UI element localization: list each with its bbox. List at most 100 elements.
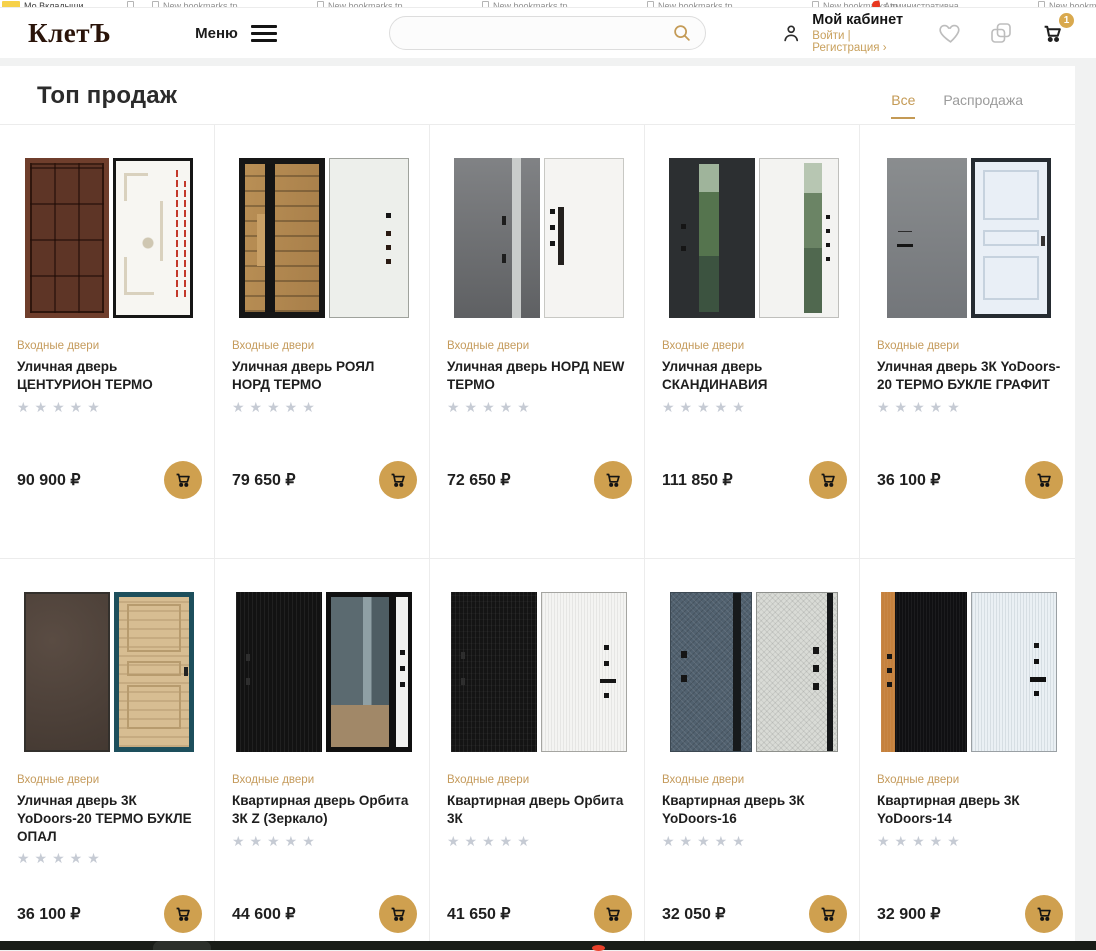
- door-image-left: [669, 158, 755, 318]
- product-image[interactable]: [447, 579, 630, 765]
- bookmark-item[interactable]: Административна: [872, 1, 959, 8]
- product-rating: ★★★★★: [447, 399, 630, 416]
- bookmark-item[interactable]: New bookmarks.tp: [482, 1, 568, 8]
- search-icon: [671, 22, 693, 44]
- product-price: 111 850 ₽: [662, 470, 733, 490]
- footer-strip: [0, 941, 1096, 950]
- add-to-cart-button[interactable]: [379, 461, 417, 499]
- product-rating: ★★★★★: [662, 833, 845, 850]
- chevron-right-icon: ›: [883, 42, 887, 54]
- cart-icon: [1033, 903, 1055, 925]
- product-price: 41 650 ₽: [447, 904, 511, 924]
- heart-icon: [938, 21, 963, 46]
- user-icon: [780, 20, 802, 46]
- product-card: Входные двери Уличная дверь ЦЕНТУРИОН ТЕ…: [0, 125, 215, 559]
- add-to-cart-button[interactable]: [1025, 461, 1063, 499]
- door-image-right: [756, 592, 838, 752]
- checkbox-favicon-icon: [1038, 1, 1045, 8]
- product-title[interactable]: Уличная дверь СКАНДИНАВИЯ: [662, 358, 845, 394]
- bookmark-item[interactable]: New bookmarks.tp: [647, 1, 733, 8]
- notification-dot: [592, 945, 605, 951]
- product-image[interactable]: [447, 145, 630, 331]
- bookmark-item[interactable]: New bookmarks.tp: [317, 1, 403, 8]
- menu-button[interactable]: Меню: [195, 25, 277, 42]
- door-image-left: [670, 592, 752, 752]
- section-tabs: Все Распродажа: [891, 92, 1023, 119]
- door-image-left: [887, 158, 967, 318]
- add-to-cart-button[interactable]: [809, 461, 847, 499]
- product-title[interactable]: Квартирная дверь 3К YoDoors-14: [877, 792, 1061, 828]
- product-image[interactable]: [877, 145, 1061, 331]
- bookmark-item[interactable]: New bookma: [1038, 1, 1096, 8]
- product-rating: ★★★★★: [232, 399, 415, 416]
- section-title: Топ продаж: [37, 82, 177, 109]
- cart-icon: [172, 469, 194, 491]
- add-to-cart-button[interactable]: [379, 895, 417, 933]
- product-category: Входные двери: [17, 340, 200, 352]
- product-image[interactable]: [17, 579, 200, 765]
- product-image[interactable]: [662, 579, 845, 765]
- cart-icon: [602, 469, 624, 491]
- door-image-right: [971, 592, 1057, 752]
- add-to-cart-button[interactable]: [594, 895, 632, 933]
- add-to-cart-button[interactable]: [594, 461, 632, 499]
- door-image-right: [114, 592, 194, 752]
- product-title[interactable]: Уличная дверь РОЯЛ НОРД ТЕРМО: [232, 358, 415, 394]
- tab-all[interactable]: Все: [891, 92, 915, 119]
- search-bar: [389, 16, 706, 50]
- product-title[interactable]: Уличная дверь ЦЕНТУРИОН ТЕРМО: [17, 358, 200, 394]
- product-rating: ★★★★★: [447, 833, 630, 850]
- product-rating: ★★★★★: [877, 399, 1061, 416]
- product-image[interactable]: [232, 579, 415, 765]
- login-register-link[interactable]: Войти | Регистрация: [812, 30, 879, 54]
- account-title: Мой кабинет: [812, 12, 912, 28]
- bookmark-item[interactable]: Мо Вкладыши: [2, 1, 83, 8]
- tab-sale[interactable]: Распродажа: [943, 92, 1023, 119]
- checkbox-favicon-icon: [317, 1, 324, 8]
- product-card: Входные двери Уличная дверь РОЯЛ НОРД ТЕ…: [215, 125, 430, 559]
- account-block[interactable]: Мой кабинет Войти | Регистрация ›: [780, 12, 912, 54]
- cart-icon: [172, 903, 194, 925]
- add-to-cart-button[interactable]: [164, 895, 202, 933]
- bookmark-item[interactable]: New bookmarks.tp: [152, 1, 238, 8]
- door-image-right: [329, 158, 409, 318]
- compare-button[interactable]: [989, 21, 1013, 45]
- cart-icon: [817, 469, 839, 491]
- product-image[interactable]: [17, 145, 200, 331]
- product-card: Входные двери Уличная дверь СКАНДИНАВИЯ …: [645, 125, 860, 559]
- door-image-left: [451, 592, 537, 752]
- search-button[interactable]: [671, 22, 693, 44]
- product-card: Входные двери Квартирная дверь 3К YoDoor…: [645, 559, 860, 950]
- product-price: 72 650 ₽: [447, 470, 511, 490]
- product-price: 36 100 ₽: [17, 904, 81, 924]
- product-title[interactable]: Уличная дверь 3К YoDoors-20 ТЕРМО БУКЛЕ …: [17, 792, 200, 845]
- product-rating: ★★★★★: [17, 850, 200, 867]
- product-title[interactable]: Уличная дверь 3К YoDoors-20 ТЕРМО БУКЛЕ …: [877, 358, 1061, 394]
- site-logo[interactable]: КлетЪ: [28, 18, 111, 49]
- product-price: 36 100 ₽: [877, 470, 941, 490]
- product-title[interactable]: Уличная дверь НОРД NEW ТЕРМО: [447, 358, 630, 394]
- product-category: Входные двери: [662, 340, 845, 352]
- product-category: Входные двери: [877, 774, 1061, 786]
- search-input[interactable]: [406, 25, 671, 42]
- add-to-cart-button[interactable]: [164, 461, 202, 499]
- add-to-cart-button[interactable]: [1025, 895, 1063, 933]
- bookmark-item[interactable]: [127, 1, 138, 8]
- product-title[interactable]: Квартирная дверь Орбита 3К Z (Зеркало): [232, 792, 415, 828]
- product-title[interactable]: Квартирная дверь 3К YoDoors-16: [662, 792, 845, 828]
- favorites-button[interactable]: [938, 21, 963, 46]
- product-image[interactable]: [662, 145, 845, 331]
- product-title[interactable]: Квартирная дверь Орбита 3К: [447, 792, 630, 828]
- product-category: Входные двери: [17, 774, 200, 786]
- cart-button[interactable]: 1: [1039, 20, 1066, 47]
- product-price: 44 600 ₽: [232, 904, 296, 924]
- product-rating: ★★★★★: [17, 399, 200, 416]
- product-price: 32 050 ₽: [662, 904, 726, 924]
- site-header: КлетЪ Меню Мой кабинет Войти | Регистрац…: [0, 8, 1096, 58]
- browser-bookmarks-bar: Мо Вкладыши New bookmarks.tp New bookmar…: [0, 0, 1096, 8]
- add-to-cart-button[interactable]: [809, 895, 847, 933]
- product-category: Входные двери: [447, 774, 630, 786]
- product-image[interactable]: [877, 579, 1061, 765]
- checkbox-favicon-icon: [482, 1, 489, 8]
- product-image[interactable]: [232, 145, 415, 331]
